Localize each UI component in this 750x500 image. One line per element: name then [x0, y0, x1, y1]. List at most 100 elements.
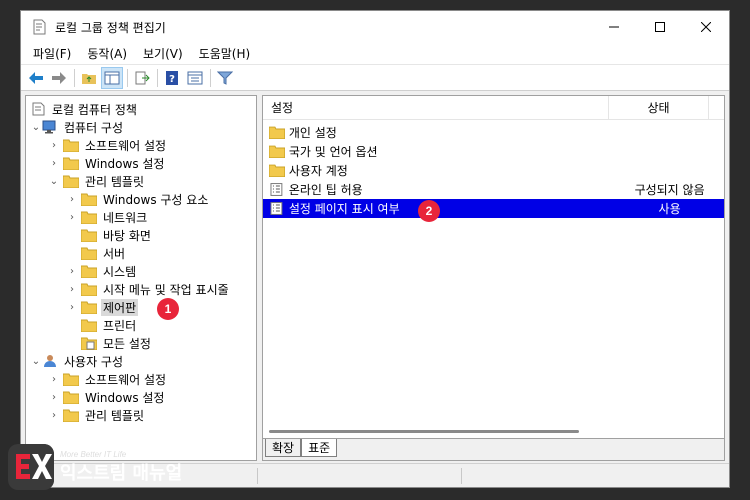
toolbar-separator [210, 68, 211, 87]
close-icon [701, 22, 711, 32]
properties-button[interactable] [184, 67, 206, 89]
list-item-user-accounts[interactable]: 사용자 계정 [263, 161, 724, 180]
folder-icon [81, 247, 97, 260]
list-item-name: 온라인 팁 허용 [288, 183, 363, 197]
toolbar-separator [157, 68, 158, 87]
tree-label: 컴퓨터 구성 [64, 120, 124, 135]
horizontal-scrollbar[interactable] [263, 426, 724, 438]
chevron-right-icon[interactable]: › [66, 301, 78, 313]
tree-item-server[interactable]: 서버 [26, 244, 256, 262]
chevron-down-icon[interactable]: ⌄ [30, 355, 42, 367]
chevron-right-icon[interactable]: › [48, 139, 60, 151]
folder-icon [81, 319, 97, 332]
properties-icon [187, 71, 203, 84]
tree-label: Windows 구성 요소 [103, 192, 209, 207]
list-item-state: 사용 [658, 202, 681, 216]
tree-label: 시작 메뉴 및 작업 표시줄 [103, 282, 229, 297]
chevron-right-icon[interactable]: › [48, 373, 60, 385]
chevron-right-icon[interactable]: › [48, 391, 60, 403]
tree-item-root[interactable]: 로컬 컴퓨터 정책 [26, 100, 256, 118]
list-item-regional[interactable]: 국가 및 언어 옵션 [263, 142, 724, 161]
menu-view[interactable]: 보기(V) [135, 45, 191, 62]
tree-item-computer-software[interactable]: › 소프트웨어 설정 [26, 136, 256, 154]
chevron-right-icon[interactable]: › [48, 409, 60, 421]
list-item-state: 구성되지 않음 [634, 183, 705, 197]
chevron-right-icon[interactable]: › [66, 193, 78, 205]
tree-item-network[interactable]: › 네트워크 [26, 208, 256, 226]
tab-standard[interactable]: 표준 [301, 439, 338, 457]
tree-item-all-settings[interactable]: 모든 설정 [26, 334, 256, 352]
tree-item-user-windows[interactable]: › Windows 설정 [26, 388, 256, 406]
tree-item-control-panel[interactable]: › 제어판 [26, 298, 256, 316]
menu-action[interactable]: 동작(A) [79, 45, 135, 62]
toolbar-separator [127, 68, 128, 87]
status-divider [257, 468, 258, 484]
chevron-down-icon[interactable]: ⌄ [48, 175, 60, 187]
list-item-online-tips[interactable]: 온라인 팁 허용 구성되지 않음 [263, 180, 724, 199]
tree-item-user-admin[interactable]: › 관리 템플릿 [26, 406, 256, 424]
show-hide-tree-button[interactable] [101, 66, 123, 89]
menu-help[interactable]: 도움말(H) [191, 45, 259, 62]
chevron-right-icon[interactable]: › [66, 265, 78, 277]
menu-file[interactable]: 파일(F) [25, 45, 79, 62]
tree-label: 네트워크 [103, 210, 148, 225]
watermark: More Better IT Life 익스트림 매뉴얼 [8, 442, 198, 492]
tab-extended[interactable]: 확장 [265, 439, 302, 457]
tree-item-computer-config[interactable]: ⌄ 컴퓨터 구성 [26, 118, 256, 136]
maximize-icon [655, 22, 665, 32]
up-one-level-button[interactable] [78, 67, 100, 89]
folder-icon [63, 373, 79, 386]
menu-bar: 파일(F) 동작(A) 보기(V) 도움말(H) [21, 43, 729, 65]
brand-logo-icon [8, 444, 54, 490]
tree-item-system[interactable]: › 시스템 [26, 262, 256, 280]
scrollbar-thumb[interactable] [269, 430, 579, 433]
export-list-button[interactable] [131, 67, 153, 89]
folder-icon [81, 283, 97, 296]
list-item-name: 설정 페이지 표시 여부 [288, 202, 400, 216]
list-item-name: 개인 설정 [288, 126, 337, 140]
user-icon [44, 355, 56, 367]
tree-item-admin-templates[interactable]: ⌄ 관리 템플릿 [26, 172, 256, 190]
list-item-settings-page-visibility[interactable]: 설정 페이지 표시 여부 사용 [263, 199, 724, 218]
filter-button[interactable] [214, 67, 236, 89]
computer-icon [42, 120, 56, 134]
show-hide-tree-icon [104, 71, 120, 84]
brand-name: 익스트림 매뉴얼 [60, 462, 183, 484]
toolbar-separator [74, 68, 75, 87]
window-title: 로컬 그룹 정책 편집기 [55, 20, 166, 35]
tree-pane[interactable]: 로컬 컴퓨터 정책 ⌄ 컴퓨터 구성 › 소프트웨어 설정 › Windows … [25, 95, 257, 461]
tree-label: 사용자 구성 [64, 354, 124, 369]
chevron-right-icon[interactable]: › [66, 283, 78, 295]
tree-label: 로컬 컴퓨터 정책 [52, 102, 137, 117]
tree-label: 관리 템플릿 [85, 174, 145, 189]
tree-label: 소프트웨어 설정 [85, 372, 167, 387]
list-pane[interactable]: 설정 상태 개인 설정 국가 및 언어 옵션 사용자 계정 온라인 팁 허용 구… [262, 95, 725, 461]
tree-item-computer-windows[interactable]: › Windows 설정 [26, 154, 256, 172]
column-header-state[interactable]: 상태 [609, 96, 709, 119]
all-settings-folder-icon [81, 337, 97, 350]
step-badge-1: 1 [157, 298, 179, 320]
tree-item-windows-components[interactable]: › Windows 구성 요소 [26, 190, 256, 208]
column-header-setting[interactable]: 설정 [263, 96, 609, 119]
maximize-button[interactable] [637, 11, 683, 43]
close-button[interactable] [683, 11, 729, 43]
chevron-right-icon[interactable]: › [66, 211, 78, 223]
tree-label: 바탕 화면 [103, 228, 151, 243]
back-button[interactable] [25, 67, 47, 89]
chevron-down-icon[interactable]: ⌄ [30, 121, 42, 133]
tree-label: 모든 설정 [103, 336, 151, 351]
tree-item-start-menu[interactable]: › 시작 메뉴 및 작업 표시줄 [26, 280, 256, 298]
policy-setting-icon [270, 183, 283, 196]
chevron-right-icon[interactable]: › [48, 157, 60, 169]
tree-item-printers[interactable]: 프린터 [26, 316, 256, 334]
forward-button[interactable] [48, 67, 70, 89]
tree-item-desktop[interactable]: 바탕 화면 [26, 226, 256, 244]
minimize-button[interactable] [591, 11, 637, 43]
list-item-personalization[interactable]: 개인 설정 [263, 123, 724, 142]
help-button[interactable]: ? [161, 67, 183, 89]
tree-item-user-config[interactable]: ⌄ 사용자 구성 [26, 352, 256, 370]
tree-item-user-software[interactable]: › 소프트웨어 설정 [26, 370, 256, 388]
status-divider [461, 468, 462, 484]
brand-tagline: More Better IT Life [60, 449, 127, 459]
title-bar[interactable]: 로컬 그룹 정책 편집기 [21, 11, 729, 43]
